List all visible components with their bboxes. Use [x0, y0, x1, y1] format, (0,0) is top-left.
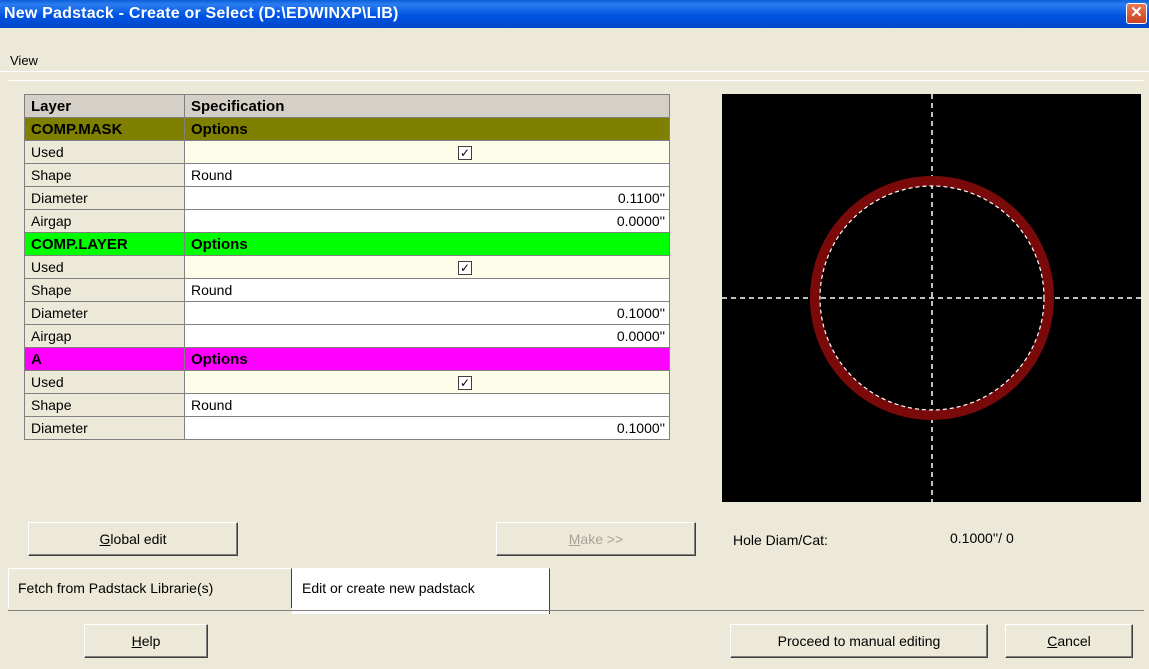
mnemonic: C	[1047, 633, 1058, 649]
diameter-value[interactable]: 0.1000''	[185, 417, 670, 439]
used-cell: ✓	[185, 256, 670, 278]
row-airgap: Airgap 0.0000''	[25, 210, 670, 233]
airgap-value[interactable]: 0.0000''	[185, 325, 670, 347]
row-diameter: Diameter 0.1100''	[25, 187, 670, 210]
mnemonic: M	[568, 531, 581, 547]
row-used: Used ✓	[25, 256, 670, 279]
options-label: Options	[185, 348, 670, 370]
padstack-grid: Layer Specification COMP.MASK Options Us…	[24, 94, 670, 440]
mnemonic: H	[131, 633, 142, 649]
row-label: Used	[25, 141, 185, 163]
tab-baseline	[8, 610, 1144, 611]
global-edit-button[interactable]: Global edit	[28, 522, 238, 556]
preview-canvas	[722, 94, 1141, 502]
header-layer[interactable]: Layer	[25, 95, 185, 117]
row-used: Used ✓	[25, 371, 670, 394]
row-label: Shape	[25, 279, 185, 301]
shape-value[interactable]: Round	[185, 279, 670, 301]
menu-view[interactable]: View	[10, 53, 38, 68]
section-row-comp-mask[interactable]: COMP.MASK Options	[25, 118, 670, 141]
airgap-value[interactable]: 0.0000''	[185, 210, 670, 232]
diameter-value[interactable]: 0.1100''	[185, 187, 670, 209]
make-button[interactable]: Make >>	[496, 522, 696, 556]
row-label: Used	[25, 371, 185, 393]
row-diameter: Diameter 0.1000''	[25, 302, 670, 325]
section-row-a[interactable]: A Options	[25, 348, 670, 371]
window-title: New Padstack - Create or Select (D:\EDWI…	[4, 5, 399, 22]
options-label: Options	[185, 233, 670, 255]
used-checkbox[interactable]: ✓	[458, 376, 472, 390]
row-label: Diameter	[25, 417, 185, 439]
layer-name: COMP.MASK	[25, 118, 185, 140]
used-checkbox[interactable]: ✓	[458, 146, 472, 160]
row-shape: Shape Round	[25, 279, 670, 302]
shape-value[interactable]: Round	[185, 164, 670, 186]
grid-header: Layer Specification	[25, 95, 670, 118]
title-bar: New Padstack - Create or Select (D:\EDWI…	[0, 0, 1149, 28]
shape-value[interactable]: Round	[185, 394, 670, 416]
row-airgap: Airgap 0.0000''	[25, 325, 670, 348]
section-row-comp-layer[interactable]: COMP.LAYER Options	[25, 233, 670, 256]
tab-edit[interactable]: Edit or create new padstack	[292, 568, 550, 614]
row-label: Airgap	[25, 325, 185, 347]
used-cell: ✓	[185, 141, 670, 163]
row-label: Diameter	[25, 187, 185, 209]
layer-name: A	[25, 348, 185, 370]
button-label: elp	[141, 633, 161, 649]
close-button[interactable]: ✕	[1126, 3, 1147, 24]
proceed-button[interactable]: Proceed to manual editing	[730, 624, 988, 658]
help-button[interactable]: Help	[84, 624, 208, 658]
used-cell: ✓	[185, 371, 670, 393]
row-label: Airgap	[25, 210, 185, 232]
diameter-value[interactable]: 0.1000''	[185, 302, 670, 324]
mnemonic: G	[99, 531, 111, 547]
tab-fetch[interactable]: Fetch from Padstack Librarie(s)	[8, 568, 292, 608]
row-shape: Shape Round	[25, 164, 670, 187]
row-label: Used	[25, 256, 185, 278]
button-label: ancel	[1057, 633, 1091, 649]
header-spec[interactable]: Specification	[185, 95, 670, 117]
row-label: Shape	[25, 394, 185, 416]
button-label: ake >>	[580, 531, 624, 547]
row-label: Diameter	[25, 302, 185, 324]
row-diameter: Diameter 0.1000''	[25, 417, 670, 440]
options-label: Options	[185, 118, 670, 140]
hole-diam-label: Hole Diam/Cat:	[733, 532, 828, 548]
cancel-button[interactable]: Cancel	[1005, 624, 1133, 658]
hole-diam-value: 0.1000''/ 0	[950, 530, 1014, 546]
menu-bar: View	[0, 28, 1149, 72]
row-used: Used ✓	[25, 141, 670, 164]
layer-name: COMP.LAYER	[25, 233, 185, 255]
padstack-preview	[722, 94, 1141, 502]
row-label: Shape	[25, 164, 185, 186]
button-label: lobal edit	[110, 531, 167, 547]
used-checkbox[interactable]: ✓	[458, 261, 472, 275]
row-shape: Shape Round	[25, 394, 670, 417]
